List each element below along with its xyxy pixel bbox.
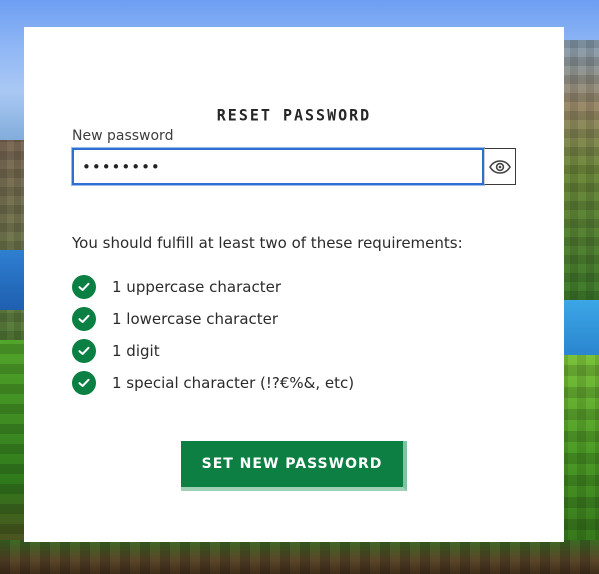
requirement-label: 1 digit xyxy=(112,342,160,360)
background-right-water xyxy=(559,300,599,355)
background-ground xyxy=(0,540,599,574)
check-circle-icon xyxy=(72,339,96,363)
check-circle-icon xyxy=(72,371,96,395)
requirement-label: 1 uppercase character xyxy=(112,278,282,296)
toggle-password-visibility-button[interactable] xyxy=(484,148,516,185)
requirement-item-digit: 1 digit xyxy=(72,335,354,367)
requirements-intro: You should fulfill at least two of these… xyxy=(72,234,463,252)
page-title: RESET PASSWORD xyxy=(216,105,372,125)
password-field-group xyxy=(72,148,516,185)
password-label: New password xyxy=(72,128,174,144)
requirement-item-uppercase: 1 uppercase character xyxy=(72,271,354,303)
reset-password-card: RESET PASSWORD New password You should f… xyxy=(24,27,564,542)
requirement-item-lowercase: 1 lowercase character xyxy=(72,303,354,335)
requirement-label: 1 special character (!?€%&, etc) xyxy=(112,374,355,392)
requirements-list: 1 uppercase character 1 lowercase charac… xyxy=(72,271,354,399)
requirement-label: 1 lowercase character xyxy=(112,310,279,328)
eye-icon xyxy=(489,159,511,174)
set-new-password-button[interactable]: SET NEW PASSWORD xyxy=(181,441,407,491)
new-password-input[interactable] xyxy=(72,148,484,185)
check-circle-icon xyxy=(72,275,96,299)
requirement-item-special: 1 special character (!?€%&, etc) xyxy=(72,367,354,399)
check-circle-icon xyxy=(72,307,96,331)
